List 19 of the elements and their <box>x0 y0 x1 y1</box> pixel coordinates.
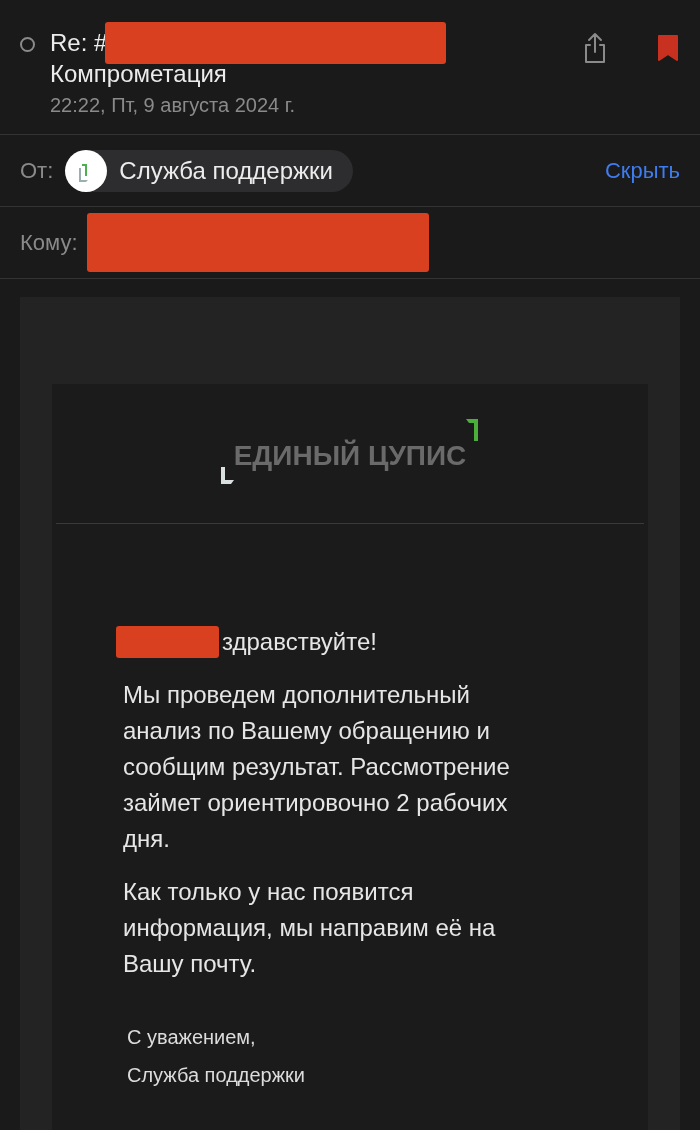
subject-text: Компрометация <box>50 59 228 89</box>
hide-link[interactable]: Скрыть <box>604 154 680 187</box>
logo-corner-icon <box>219 467 234 485</box>
sender-name: Служба поддержки <box>119 155 333 186</box>
signature-text: С уважением, <box>127 1025 257 1050</box>
read-status-icon[interactable] <box>20 37 35 52</box>
body-paragraph: Мы проведем дополнительный анализ по Вашему обращению и сообщим результат. Рассмотрение займет ориентировочно 2 рабочих дня. <box>122 680 511 854</box>
share-icon[interactable] <box>582 32 608 64</box>
greeting-text: здравствуйте! <box>222 627 377 657</box>
logo-text: ЕДИНЫЙ ЦУПИС <box>233 441 467 471</box>
logo-corner-icon <box>466 419 481 441</box>
from-label: От: <box>20 157 54 185</box>
sender-chip[interactable]: Служба поддержки <box>65 149 353 192</box>
sender-logo-icon <box>65 149 108 192</box>
bookmark-icon[interactable] <box>656 34 680 62</box>
signature-text: Служба поддержки <box>127 1063 307 1088</box>
body-paragraph: Как только у нас появится информация, мы направим её на Вашу почту. <box>122 877 497 979</box>
date-text: 22:22, Пт, 9 августа 2024 г. <box>50 93 297 118</box>
to-label: Кому: <box>20 229 78 257</box>
